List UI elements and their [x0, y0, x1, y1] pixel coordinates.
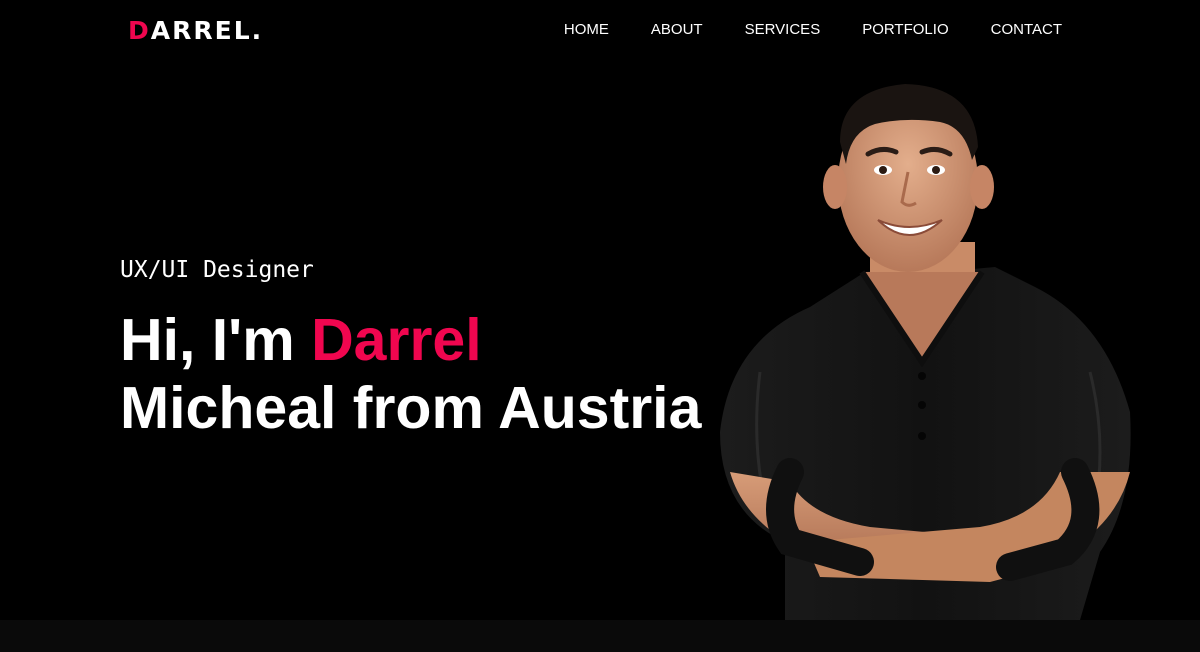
logo-initial: D: [128, 16, 151, 45]
nav-contact[interactable]: CONTACT: [991, 21, 1062, 39]
nav-services[interactable]: SERVICES: [745, 21, 821, 39]
main-nav: HOME ABOUT SERVICES PORTFOLIO CONTACT: [522, 21, 1062, 39]
hero-subtitle: UX/UI Designer: [120, 257, 314, 283]
nav-about[interactable]: ABOUT: [651, 21, 703, 39]
logo-text: ARREL.: [150, 16, 264, 45]
portrait-image: [720, 84, 1131, 620]
nav-home[interactable]: HOME: [564, 21, 609, 39]
nav-portfolio[interactable]: PORTFOLIO: [862, 21, 948, 39]
section-divider: [0, 620, 1200, 652]
logo[interactable]: DARREL.: [128, 14, 263, 48]
page: DARREL. HOME ABOUT SERVICES PORTFOLIO CO…: [0, 0, 1200, 652]
hero-headline: Hi, I'm Darrel Micheal from Austria: [120, 306, 701, 442]
hero-greeting: Hi, I'm: [120, 307, 312, 373]
hero-name-highlight: Darrel: [311, 307, 482, 373]
hero-line-2: Micheal from Austria: [120, 375, 702, 441]
